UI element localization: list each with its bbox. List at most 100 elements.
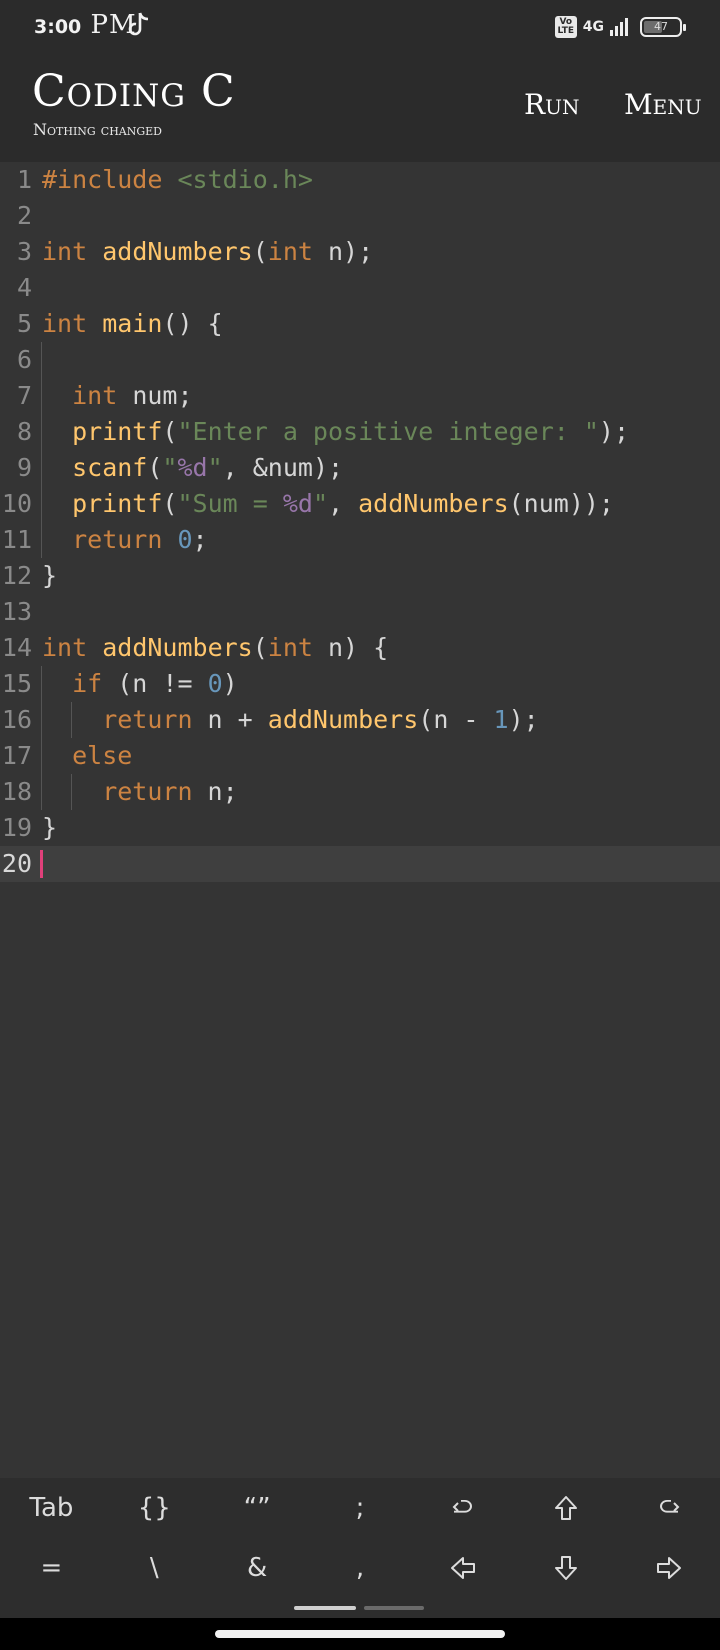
battery-icon: 47 xyxy=(640,17,686,37)
code-text: int addNumbers(int n) { xyxy=(42,630,388,666)
code-line[interactable]: 4 xyxy=(0,270,720,306)
volte-badge: Vo LTE xyxy=(554,16,577,38)
backslash-key[interactable]: \ xyxy=(103,1538,206,1598)
semicolon-key-label: ; xyxy=(355,1493,365,1523)
line-number: 8 xyxy=(16,417,32,446)
line-number: 17 xyxy=(1,741,32,770)
line-number: 16 xyxy=(1,705,32,734)
equals-key[interactable]: = xyxy=(0,1538,103,1598)
quotes-key[interactable]: “” xyxy=(206,1478,309,1538)
code-line[interactable]: 6 xyxy=(0,342,720,378)
symbol-key-row-1: Tab {} “”; xyxy=(0,1478,720,1538)
menu-button[interactable]: Menu xyxy=(624,88,702,121)
status-indicators: Vo LTE 4G 47 xyxy=(554,14,686,40)
code-token: , xyxy=(328,489,359,518)
text-cursor xyxy=(40,850,43,878)
line-number: 3 xyxy=(16,237,32,266)
app-bar: Coding C Nothing changed Run Menu xyxy=(0,52,720,162)
shift-key[interactable] xyxy=(514,1478,617,1538)
code-line[interactable]: 19} xyxy=(0,810,720,846)
status-time: 3:00 PM xyxy=(34,10,137,40)
code-line[interactable]: 5 int main() { xyxy=(0,306,720,342)
code-line[interactable]: 7 int num; xyxy=(0,378,720,414)
code-token: int xyxy=(72,381,133,410)
code-token: return xyxy=(102,705,208,734)
code-token: } xyxy=(42,561,58,590)
code-line[interactable]: 2 xyxy=(0,198,720,234)
indent-guide xyxy=(41,738,42,774)
line-number: 4 xyxy=(16,273,32,302)
code-line[interactable]: 13 xyxy=(0,594,720,630)
line-number: 19 xyxy=(1,813,32,842)
line-number: 12 xyxy=(1,561,32,590)
arrow-left-key[interactable] xyxy=(411,1538,514,1598)
code-token: scanf xyxy=(72,453,148,482)
arrow-right-icon xyxy=(656,1557,681,1579)
code-line[interactable]: 16 return n + addNumbers(n - 1); xyxy=(0,702,720,738)
code-token: int xyxy=(267,633,313,662)
line-number: 5 xyxy=(16,309,32,338)
code-line[interactable]: 15 if (n != 0) xyxy=(0,666,720,702)
arrow-right-key[interactable] xyxy=(617,1538,720,1598)
redo-key[interactable] xyxy=(617,1478,720,1538)
keys-page-indicator xyxy=(364,1606,424,1610)
app-subtitle: Nothing changed xyxy=(33,120,163,139)
code-line[interactable]: 8 printf("Enter a positive integer: "); xyxy=(0,414,720,450)
code-token: int xyxy=(42,237,103,266)
tab-key-label: Tab xyxy=(29,1493,74,1523)
line-number: 14 xyxy=(1,633,32,662)
code-line[interactable]: 18 return n; xyxy=(0,774,720,810)
code-token: , &num); xyxy=(222,453,344,482)
arrow-down-icon xyxy=(554,1556,577,1580)
shift-up-icon xyxy=(554,1496,577,1520)
code-text: } xyxy=(42,810,57,846)
code-token: #include xyxy=(42,165,178,194)
line-number: 2 xyxy=(16,201,32,230)
semicolon-key[interactable]: ; xyxy=(309,1478,412,1538)
code-line[interactable]: 12} xyxy=(0,558,720,594)
code-token: "Enter a positive integer: " xyxy=(177,417,599,446)
braces-key[interactable]: {} xyxy=(103,1478,206,1538)
indent-guide xyxy=(41,450,42,486)
code-token: ( xyxy=(147,453,163,482)
indent-guide xyxy=(41,702,42,738)
undo-key[interactable] xyxy=(411,1478,514,1538)
tab-key[interactable]: Tab xyxy=(0,1478,103,1538)
code-line[interactable]: 3 int addNumbers(int n); xyxy=(0,234,720,270)
run-button[interactable]: Run xyxy=(524,88,579,121)
line-number: 1 xyxy=(16,165,32,194)
braces-key-label: {} xyxy=(137,1493,171,1523)
code-token: if xyxy=(72,669,118,698)
code-token: } xyxy=(42,813,58,842)
code-editor[interactable]: 1 #include <stdio.h> 2 3 int addNumbers(int … xyxy=(0,162,720,1478)
code-text: if (n != 0) xyxy=(72,666,238,702)
code-line[interactable]: 10 printf("Sum = %d", addNumbers(num)); xyxy=(0,486,720,522)
code-token: n; xyxy=(207,777,238,806)
code-token: return xyxy=(102,777,208,806)
arrow-down-key[interactable] xyxy=(514,1538,617,1598)
code-token: 1 xyxy=(493,705,509,734)
code-line[interactable]: 17 else xyxy=(0,738,720,774)
line-number: 13 xyxy=(1,597,32,626)
line-number: 10 xyxy=(1,489,32,518)
code-line[interactable]: 9 scanf("%d", &num); xyxy=(0,450,720,486)
quotes-key-label: “” xyxy=(243,1493,271,1523)
code-line[interactable]: 14 int addNumbers(int n) { xyxy=(0,630,720,666)
code-token: n); xyxy=(312,237,374,266)
code-token: 0 xyxy=(207,669,223,698)
code-line[interactable]: 1 #include <stdio.h> xyxy=(0,162,720,198)
indent-guide xyxy=(71,702,73,738)
code-text: int num; xyxy=(72,378,192,414)
code-token: addNumbers xyxy=(102,237,253,266)
home-gesture-bar[interactable] xyxy=(215,1630,505,1638)
code-token: ( xyxy=(162,489,178,518)
code-line[interactable]: 20 xyxy=(0,846,720,882)
code-line[interactable]: 11 return 0; xyxy=(0,522,720,558)
code-token: 0 xyxy=(177,525,193,554)
ampersand-key[interactable]: & xyxy=(206,1538,309,1598)
code-token: " xyxy=(162,453,178,482)
code-token: () { xyxy=(162,309,223,338)
comma-key-label: , xyxy=(355,1553,365,1583)
tiktok-notification-icon xyxy=(128,12,149,36)
comma-key[interactable]: , xyxy=(309,1538,412,1598)
